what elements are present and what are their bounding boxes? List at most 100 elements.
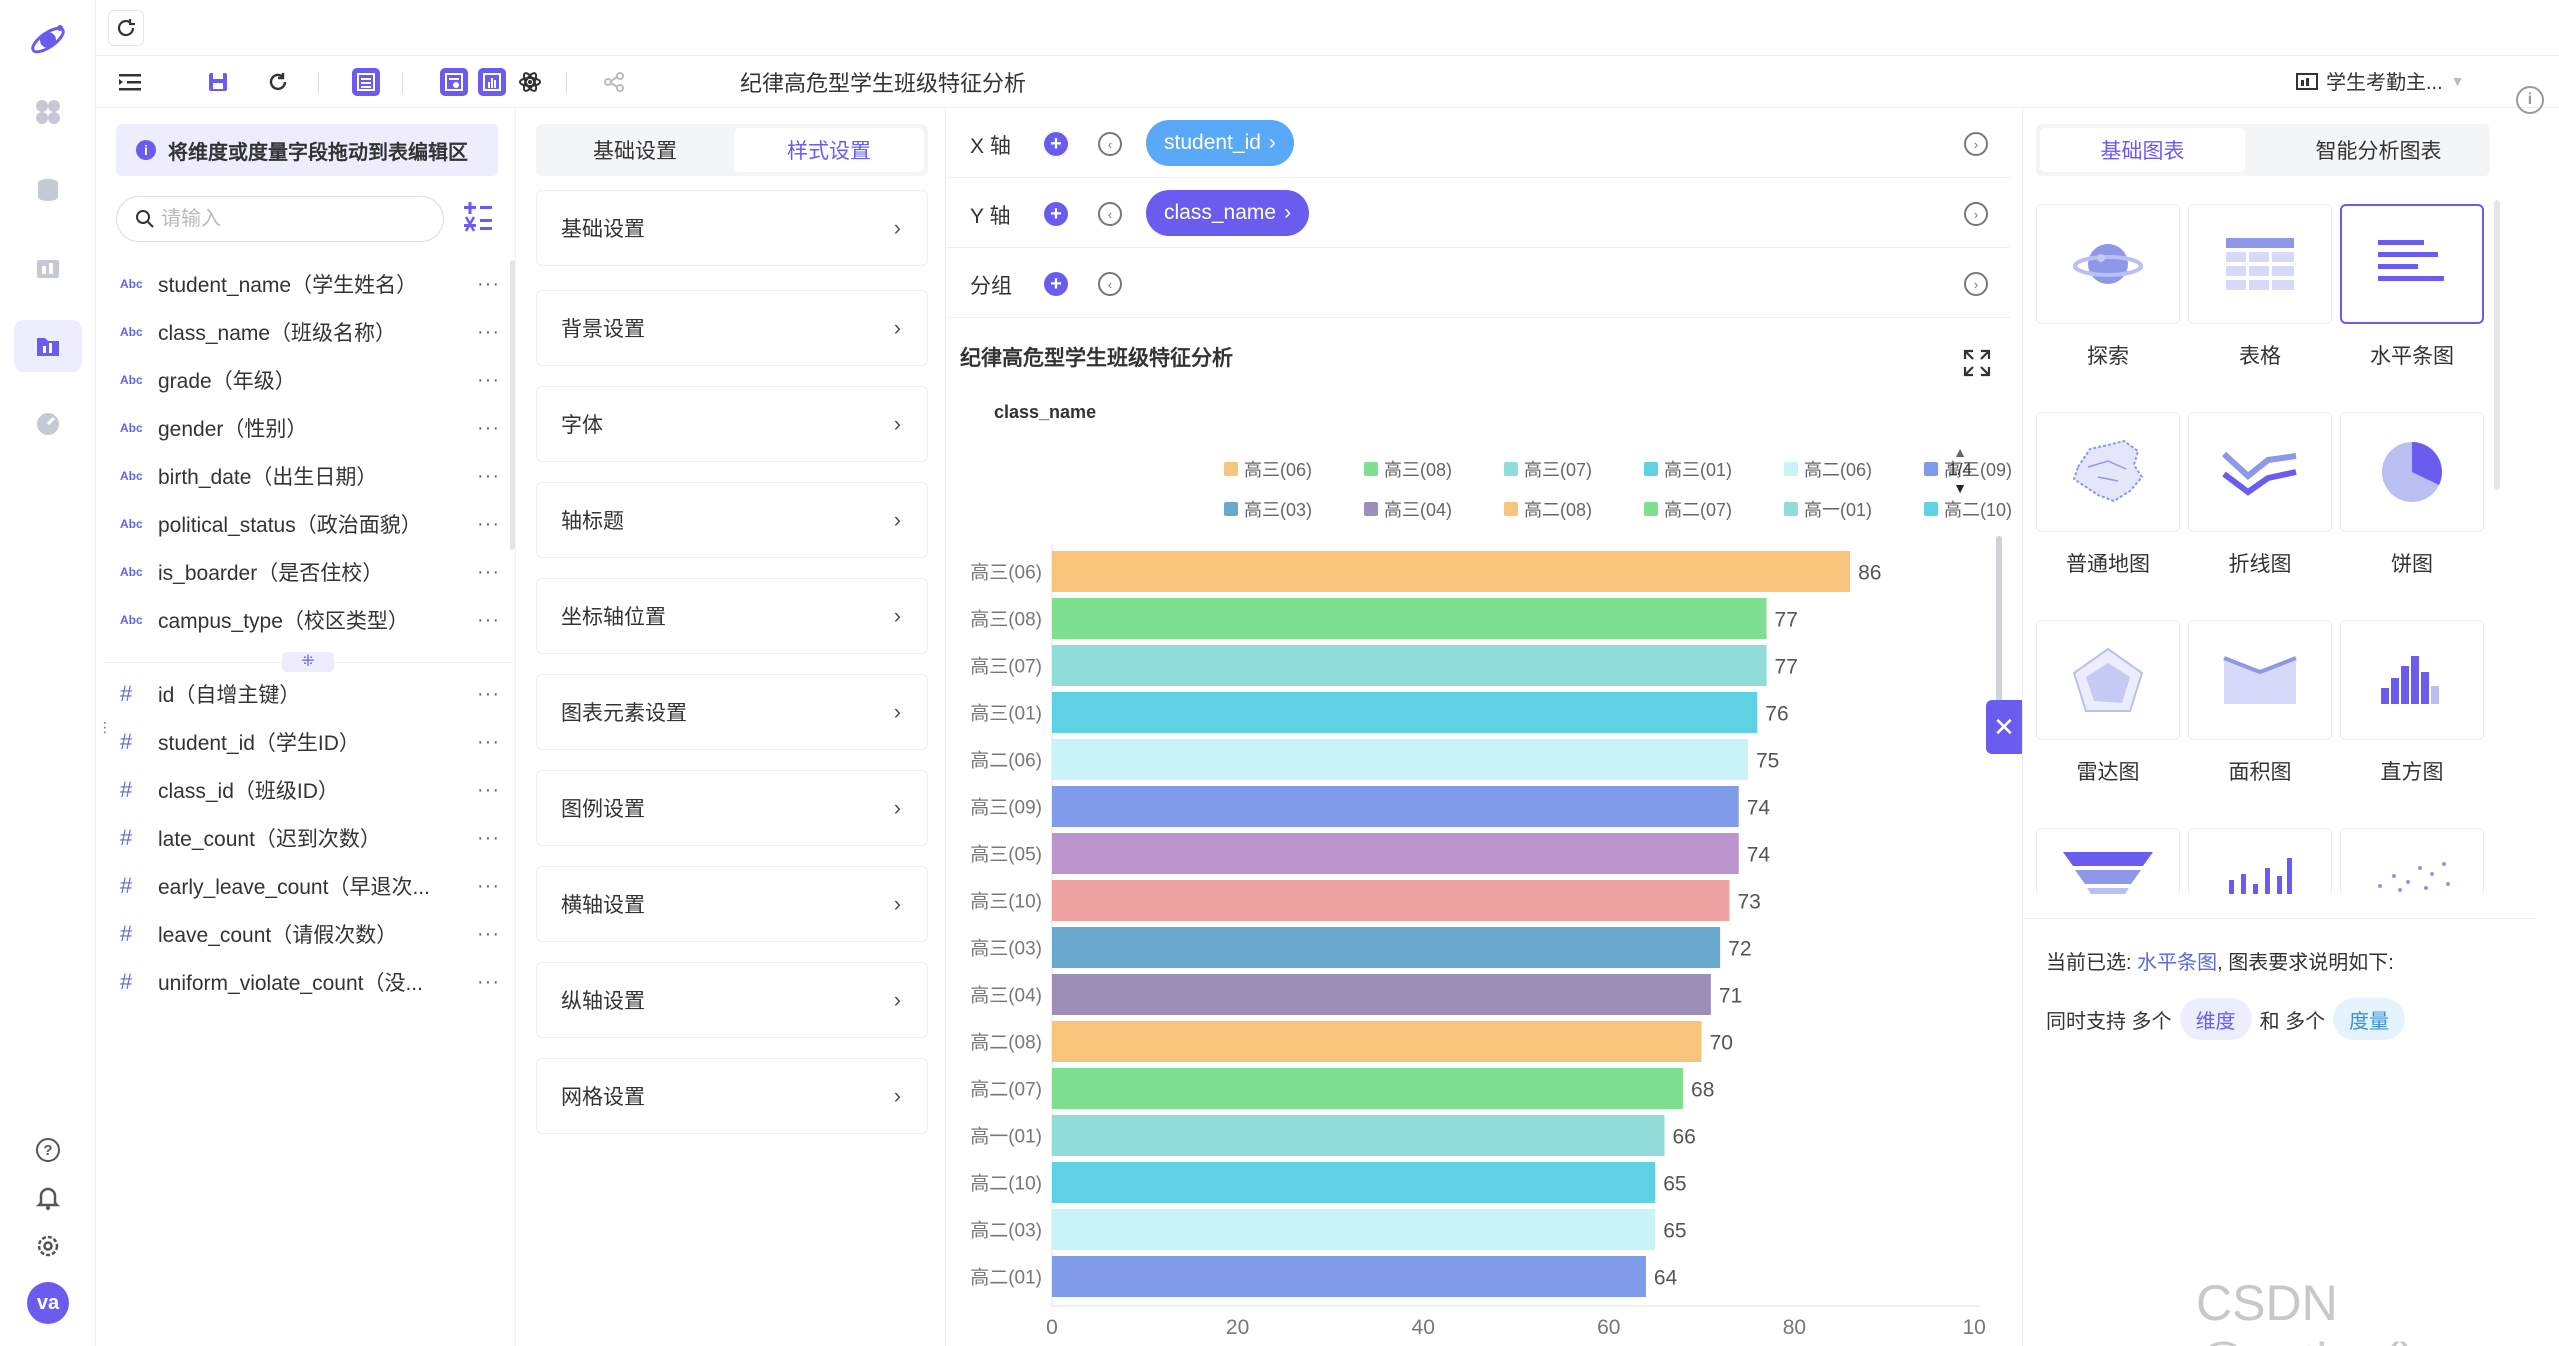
legend-item[interactable]: 高二(08)	[1504, 496, 1592, 522]
field-item[interactable]: # leave_count（请假次数） ···	[120, 912, 500, 956]
add-y-field-icon[interactable]: +	[1044, 202, 1068, 226]
chart-type-radar[interactable]	[2036, 620, 2180, 740]
bar[interactable]	[1052, 1068, 1684, 1109]
more-icon[interactable]: ···	[460, 369, 500, 392]
chart-type-scatter[interactable]	[2340, 828, 2484, 894]
more-icon[interactable]: ···	[460, 923, 500, 946]
atom-icon[interactable]	[516, 68, 544, 96]
avatar[interactable]: va	[27, 1282, 69, 1324]
field-item[interactable]: # early_leave_count（早退次... ···	[120, 864, 500, 908]
filter-settings-icon[interactable]	[440, 68, 468, 96]
field-item[interactable]: Abc campus_type（校区类型） ···	[120, 598, 500, 642]
dashboard-icon[interactable]	[14, 86, 82, 138]
settings-section[interactable]: 横轴设置 ›	[536, 866, 928, 942]
more-icon[interactable]: ···	[460, 465, 500, 488]
more-icon[interactable]: ···	[460, 683, 500, 706]
legend-next-icon[interactable]: ▼	[1942, 480, 1978, 496]
field-item[interactable]: Abc is_boarder（是否住校） ···	[120, 550, 500, 594]
legend-item[interactable]: 高二(06)	[1784, 456, 1872, 482]
bell-icon[interactable]	[30, 1180, 66, 1216]
bar[interactable]	[1052, 927, 1721, 968]
database-icon[interactable]	[14, 164, 82, 216]
chart-type-map[interactable]	[2036, 412, 2180, 532]
field-list-scrollbar[interactable]	[510, 260, 515, 550]
settings-section[interactable]: 纵轴设置 ›	[536, 962, 928, 1038]
chart-scrollbar[interactable]	[1996, 536, 2002, 716]
field-item[interactable]: Abc student_name（学生姓名） ···	[120, 262, 500, 306]
settings-section[interactable]: 轴标题 ›	[536, 482, 928, 558]
help-icon[interactable]: ?	[30, 1132, 66, 1168]
chart-type-funnel[interactable]	[2036, 828, 2180, 894]
gauge-icon[interactable]	[14, 398, 82, 450]
resize-grip-icon[interactable]: ⋮	[98, 720, 112, 742]
bar[interactable]	[1052, 551, 1851, 592]
field-item[interactable]: # late_count（迟到次数） ···	[120, 816, 500, 860]
legend-item[interactable]: 高三(04)	[1364, 496, 1452, 522]
field-item[interactable]: # student_id（学生ID） ···	[120, 720, 500, 764]
gallery-scrollbar[interactable]	[2494, 200, 2500, 490]
field-item[interactable]: # id（自增主键） ···	[120, 672, 500, 716]
chart-type-horizontal-bar[interactable]	[2340, 204, 2484, 324]
tab-smart-charts[interactable]: 智能分析图表	[2276, 128, 2481, 172]
legend-item[interactable]: 高三(06)	[1224, 456, 1312, 482]
field-item[interactable]: Abc gender（性别） ···	[120, 406, 500, 450]
settings-section[interactable]: 字体 ›	[536, 386, 928, 462]
settings-section[interactable]: 图例设置 ›	[536, 770, 928, 846]
search-field[interactable]	[116, 196, 444, 242]
chevron-left-icon[interactable]: ‹	[1098, 272, 1122, 296]
more-icon[interactable]: ···	[460, 609, 500, 632]
legend-item[interactable]: 高一(01)	[1784, 496, 1872, 522]
bar[interactable]	[1052, 1209, 1656, 1250]
bar[interactable]	[1052, 974, 1711, 1015]
tab-basic-settings[interactable]: 基础设置	[540, 128, 730, 172]
chevron-right-circle-icon[interactable]: ›	[1964, 202, 1988, 226]
more-icon[interactable]: ···	[460, 827, 500, 850]
more-icon[interactable]: ···	[460, 321, 500, 344]
legend-item[interactable]: 高三(01)	[1644, 456, 1732, 482]
current-chart-link[interactable]: 水平条图	[2137, 952, 2217, 974]
legend-item[interactable]: 高三(08)	[1364, 456, 1452, 482]
chevron-right-circle-icon[interactable]: ›	[1964, 272, 1988, 296]
chevron-left-icon[interactable]: ‹	[1098, 132, 1122, 156]
bar[interactable]	[1052, 880, 1730, 921]
add-x-field-icon[interactable]: +	[1044, 132, 1068, 156]
chart-icon[interactable]	[478, 68, 506, 96]
bar[interactable]	[1052, 645, 1767, 686]
fullscreen-icon[interactable]	[1962, 348, 1992, 378]
data-table-icon[interactable]	[352, 68, 380, 96]
more-icon[interactable]: ···	[460, 731, 500, 754]
chart-type-area[interactable]	[2188, 620, 2332, 740]
legend-item[interactable]: 高三(03)	[1224, 496, 1312, 522]
search-input[interactable]	[161, 207, 401, 231]
bar[interactable]	[1052, 1115, 1665, 1156]
bar[interactable]	[1052, 1162, 1656, 1203]
field-item[interactable]: Abc birth_date（出生日期） ···	[120, 454, 500, 498]
y-axis-field-pill[interactable]: class_name ›	[1146, 190, 1310, 236]
save-icon[interactable]	[204, 68, 232, 96]
settings-gear-icon[interactable]	[30, 1228, 66, 1264]
sync-icon[interactable]	[264, 68, 292, 96]
x-axis-field-pill[interactable]: student_id ›	[1146, 120, 1294, 166]
close-panel-icon[interactable]: ✕	[1986, 700, 2022, 754]
add-group-field-icon[interactable]: +	[1044, 272, 1068, 296]
more-icon[interactable]: ···	[460, 417, 500, 440]
settings-section[interactable]: 基础设置 ›	[536, 190, 928, 266]
refresh-icon[interactable]	[108, 10, 144, 46]
settings-section[interactable]: 网格设置 ›	[536, 1058, 928, 1134]
bar[interactable]	[1052, 786, 1739, 827]
app-logo-icon[interactable]	[14, 14, 82, 66]
chevron-left-icon[interactable]: ‹	[1098, 202, 1122, 226]
bar[interactable]	[1052, 1021, 1702, 1062]
more-icon[interactable]: ···	[460, 971, 500, 994]
field-item[interactable]: Abc grade（年级） ···	[120, 358, 500, 402]
bar[interactable]	[1052, 833, 1739, 874]
chart-type-pie[interactable]	[2340, 412, 2484, 532]
dataset-selector[interactable]: 学生考勤主... ▼	[2296, 66, 2465, 95]
field-item[interactable]: # class_id（班级ID） ···	[120, 768, 500, 812]
settings-section[interactable]: 背景设置 ›	[536, 290, 928, 366]
report-icon[interactable]	[14, 242, 82, 294]
share-icon[interactable]	[600, 68, 628, 96]
chart-type-line[interactable]	[2188, 412, 2332, 532]
bar[interactable]	[1052, 598, 1767, 639]
add-calculated-field-icon[interactable]	[462, 202, 494, 239]
